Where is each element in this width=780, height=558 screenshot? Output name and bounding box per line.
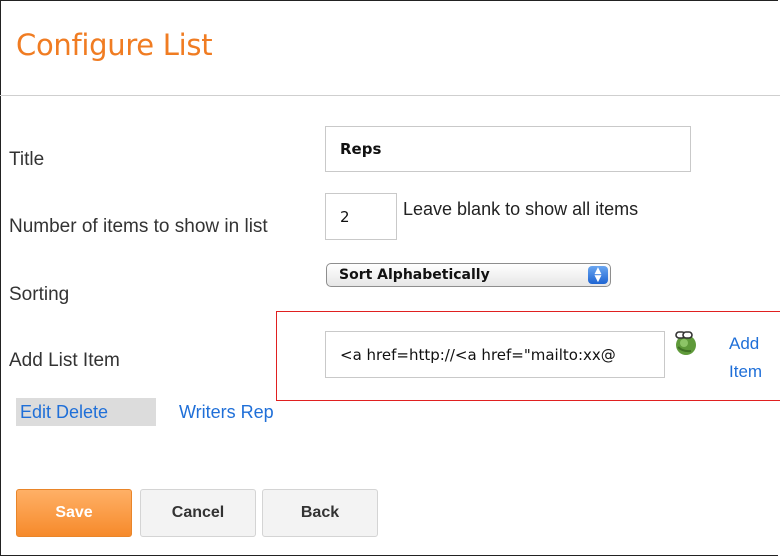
globe-link-icon[interactable] <box>673 330 699 356</box>
title-input-value: Reps <box>340 140 382 158</box>
sorting-select-value: Sort Alphabetically <box>339 267 490 283</box>
title-label: Title <box>9 149 45 170</box>
add-item-input-value: <a href=http://<a href="mailto:xx@ <box>340 345 616 364</box>
cancel-button[interactable]: Cancel <box>140 489 256 537</box>
add-item-link-line1: Add <box>729 334 760 353</box>
back-button[interactable]: Back <box>262 489 378 537</box>
sorting-label: Sorting <box>9 284 70 305</box>
title-input[interactable]: Reps <box>325 126 691 172</box>
count-input-value: 2 <box>340 207 350 226</box>
add-item-link[interactable]: Add Item <box>729 330 779 386</box>
save-button[interactable]: Save <box>16 489 132 537</box>
count-hint: Leave blank to show all items <box>403 199 639 219</box>
add-item-label: Add List Item <box>9 350 120 371</box>
list-item-name-link[interactable]: Writers Rep <box>179 402 274 423</box>
add-item-input[interactable]: <a href=http://<a href="mailto:xx@ <box>325 331 665 378</box>
page-title: Configure List <box>16 28 213 62</box>
count-label: Number of items to show in list <box>9 216 268 237</box>
edit-delete-link[interactable]: Edit Delete <box>20 402 108 423</box>
count-input[interactable]: 2 <box>325 193 397 240</box>
sorting-select[interactable]: Sort Alphabetically ▲ ▼ <box>326 263 611 287</box>
add-item-link-line2: Item <box>729 362 763 381</box>
updown-arrows-icon: ▲ ▼ <box>588 266 608 284</box>
title-divider <box>0 95 780 96</box>
